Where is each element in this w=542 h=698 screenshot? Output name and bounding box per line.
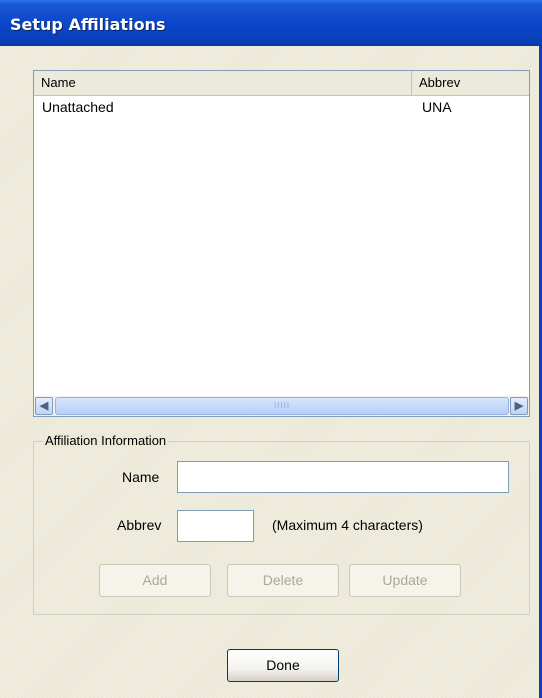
setup-affiliations-window: Setup Affiliations Name Abbrev Unattache… <box>0 0 542 698</box>
delete-button[interactable]: Delete <box>227 564 339 597</box>
group-legend: Affiliation Information <box>43 433 169 448</box>
name-input[interactable] <box>177 461 509 493</box>
column-header-name[interactable]: Name <box>34 71 412 95</box>
scrollbar-grip: IIIII <box>273 401 291 410</box>
scroll-right-arrow-icon[interactable]: ▶ <box>510 397 528 415</box>
row-abbrev-cell: UNA <box>422 99 452 115</box>
abbrev-label: Abbrev <box>117 517 162 533</box>
list-row[interactable]: Unattached UNA <box>34 97 529 117</box>
abbrev-hint: (Maximum 4 characters) <box>272 517 423 533</box>
horizontal-scrollbar[interactable]: ◀ IIIII ▶ <box>34 396 529 416</box>
add-button[interactable]: Add <box>99 564 211 597</box>
scroll-left-arrow-icon[interactable]: ◀ <box>35 397 53 415</box>
update-button[interactable]: Update <box>349 564 461 597</box>
title-bar[interactable]: Setup Affiliations <box>0 0 542 46</box>
list-header: Name Abbrev <box>34 71 529 96</box>
column-header-abbrev[interactable]: Abbrev <box>412 71 529 95</box>
window-title: Setup Affiliations <box>10 15 166 34</box>
affiliations-list[interactable]: Name Abbrev Unattached UNA ◀ IIIII ▶ <box>33 70 530 417</box>
done-button[interactable]: Done <box>227 649 339 682</box>
scrollbar-thumb[interactable]: IIIII <box>55 397 509 415</box>
row-name-cell: Unattached <box>42 99 114 115</box>
name-label: Name <box>122 469 160 485</box>
abbrev-input[interactable] <box>177 510 254 542</box>
